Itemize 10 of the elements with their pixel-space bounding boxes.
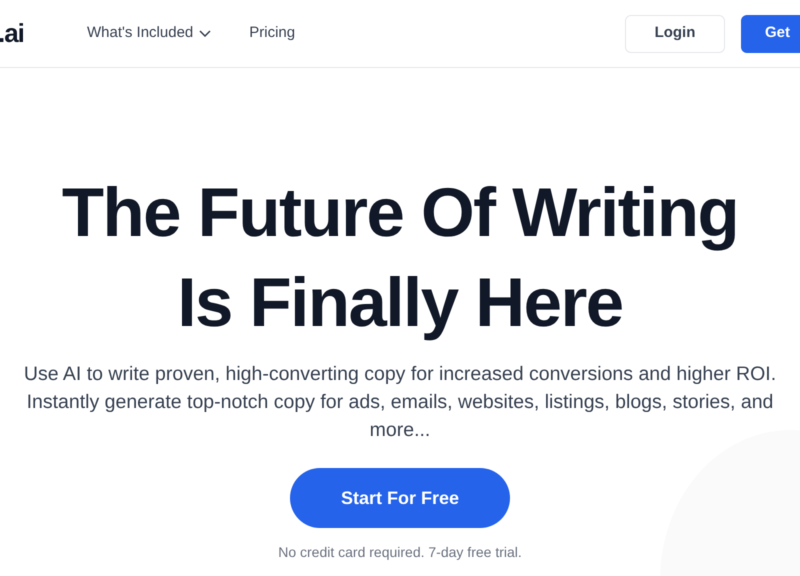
signup-button[interactable]: Get bbox=[740, 14, 800, 52]
chevron-down-icon bbox=[199, 30, 212, 37]
login-button[interactable]: Login bbox=[624, 14, 725, 52]
hero-title: The Future Of Writing Is Finally Here bbox=[60, 173, 740, 343]
hero-description: Use AI to write proven, high-converting copy for increased conversions and higher ROI. Instantly generate top-notch copy for ads, emails, websites, listings, blogs, stories, and more... bbox=[22, 362, 778, 443]
trial-note: No credit card required. 7-day free trial. bbox=[277, 543, 523, 562]
nav-link[interactable]: Pricing bbox=[249, 22, 296, 45]
logo[interactable]: .ai bbox=[0, 14, 87, 53]
start-free-button[interactable]: Start For Free bbox=[290, 468, 510, 528]
nav-dropdown[interactable]: What's Included bbox=[87, 22, 212, 45]
